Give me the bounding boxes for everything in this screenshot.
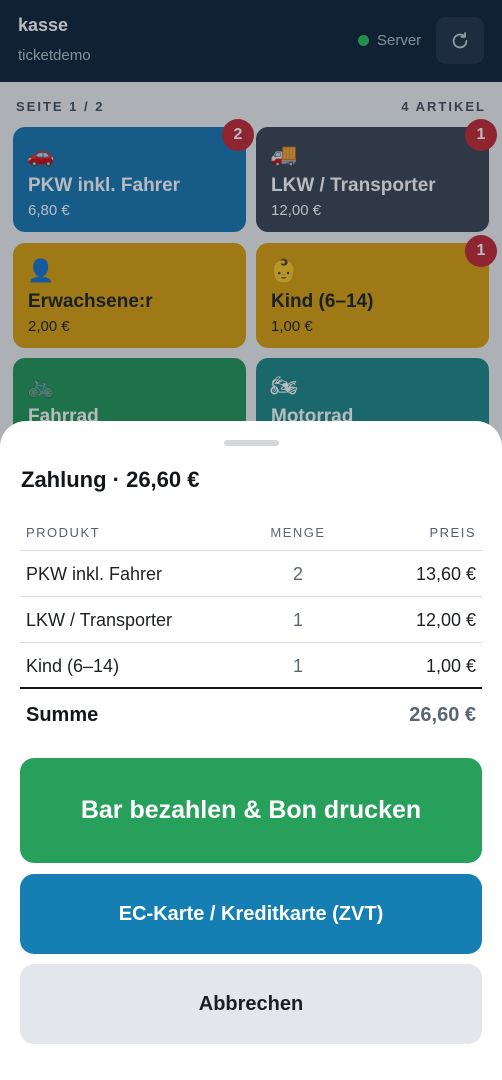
row-product: LKW / Transporter [26,610,173,630]
table-header: PRODUKT MENGE PREIS [20,515,482,551]
row-qty: 2 [292,564,303,584]
payment-sheet: Zahlung · 26,60 € PRODUKT MENGE PREIS PK… [0,421,502,1080]
row-price: 12,00 € [415,610,476,630]
column-header-price: PREIS [429,525,476,540]
table-row: LKW / Transporter 1 12,00 € [20,597,482,643]
row-product: Kind (6–14) [26,656,120,676]
payment-title: Zahlung · 26,60 € [21,467,200,492]
table-row: Kind (6–14) 1 1,00 € [20,643,482,689]
pay-cash-button[interactable]: Bar bezahlen & Bon drucken [20,758,482,863]
cancel-button[interactable]: Abbrechen [20,964,482,1044]
pay-card-button[interactable]: EC-Karte / Kreditkarte (ZVT) [20,874,482,954]
row-product: PKW inkl. Fahrer [26,564,163,584]
sum-value: 26,60 € [409,704,476,726]
row-price: 1,00 € [425,656,476,676]
column-header-qty: MENGE [270,525,326,540]
row-qty: 1 [292,610,303,630]
row-qty: 1 [292,656,303,676]
sheet-grabber-handle[interactable] [224,440,279,446]
order-table: PRODUKT MENGE PREIS PKW inkl. Fahrer 2 1… [20,515,482,689]
sum-label: Summe [26,704,99,726]
row-price: 13,60 € [415,564,476,584]
column-header-product: PRODUKT [26,525,101,540]
table-row: PKW inkl. Fahrer 2 13,60 € [20,551,482,597]
